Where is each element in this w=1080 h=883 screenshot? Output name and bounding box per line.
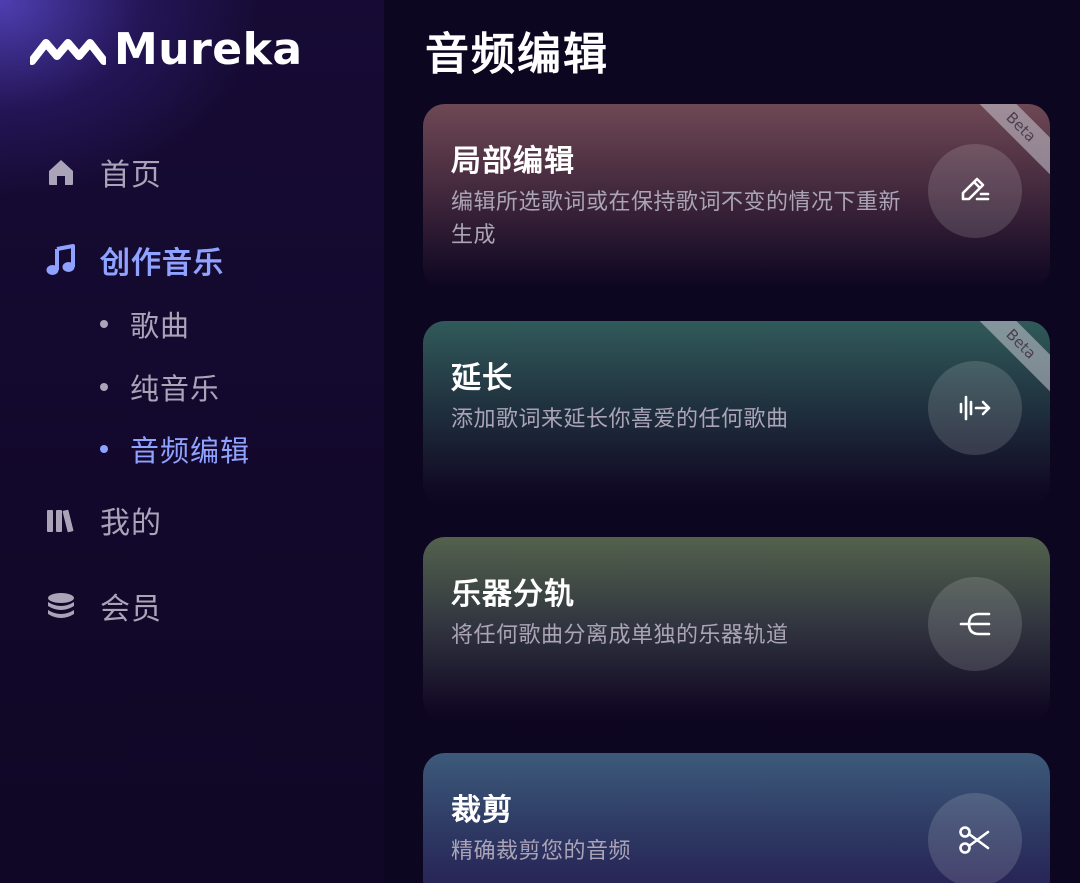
sidebar-item-mine[interactable]: 我的 <box>44 498 162 542</box>
sidebar-subitem-audio-edit[interactable]: 音频编辑 <box>100 429 250 469</box>
sidebar-subitem-instrumental[interactable]: 纯音乐 <box>100 367 220 407</box>
edit-icon <box>961 177 990 201</box>
card-partial-edit[interactable]: Beta 局部编辑 编辑所选歌词或在保持歌词不变的情况下重新生成 <box>423 104 1050 289</box>
coins-icon <box>44 589 78 623</box>
extend-icon <box>959 395 991 421</box>
bullet-dot <box>100 445 108 453</box>
card-title: 裁剪 <box>451 793 513 828</box>
bullet-dot <box>100 383 108 391</box>
logo[interactable]: Mureka <box>30 23 303 75</box>
card-description: 将任何歌曲分离成单独的乐器轨道 <box>451 623 789 648</box>
sidebar-subitem-label: 纯音乐 <box>130 372 221 406</box>
music-note-icon <box>44 243 78 277</box>
sidebar-item-home[interactable]: 首页 <box>44 150 162 194</box>
sidebar-item-label: 我的 <box>100 506 162 541</box>
card-description: 精确裁剪您的音频 <box>451 839 632 864</box>
card-trim[interactable]: 裁剪 精确裁剪您的音频 <box>423 753 1050 883</box>
card-title: 乐器分轨 <box>451 577 575 612</box>
sidebar-item-label: 会员 <box>100 592 162 627</box>
sidebar: Mureka 首页 创作音乐 歌曲 纯音乐 音频编辑 我的 会员 <box>0 0 384 883</box>
sidebar-subitem-songs[interactable]: 歌曲 <box>100 304 190 344</box>
sidebar-item-label: 首页 <box>100 158 162 193</box>
mureka-logo-icon <box>30 39 106 65</box>
card-action-button[interactable] <box>928 577 1022 671</box>
card-action-button[interactable] <box>928 793 1022 883</box>
library-icon <box>44 503 78 537</box>
scissors-icon <box>959 826 990 854</box>
card-description: 编辑所选歌词或在保持歌词不变的情况下重新生成 <box>451 190 902 248</box>
card-title: 延长 <box>451 361 513 396</box>
card-action-button[interactable] <box>928 361 1022 455</box>
logo-text: Mureka <box>114 23 303 75</box>
card-description: 添加歌词来延长你喜爱的任何歌曲 <box>451 407 789 432</box>
split-tracks-icon <box>959 612 991 636</box>
sidebar-item-label: 创作音乐 <box>100 246 224 281</box>
card-stem-split[interactable]: 乐器分轨 将任何歌曲分离成单独的乐器轨道 <box>423 537 1050 722</box>
sidebar-subitem-label: 音频编辑 <box>130 434 251 468</box>
sidebar-item-membership[interactable]: 会员 <box>44 584 162 628</box>
bullet-dot <box>100 320 108 328</box>
card-extend[interactable]: Beta 延长 添加歌词来延长你喜爱的任何歌曲 <box>423 321 1050 506</box>
sidebar-subitem-label: 歌曲 <box>130 309 191 343</box>
card-action-button[interactable] <box>928 144 1022 238</box>
home-icon <box>44 155 78 189</box>
sidebar-item-create-music[interactable]: 创作音乐 <box>44 238 224 282</box>
card-title: 局部编辑 <box>451 144 575 179</box>
page-title: 音频编辑 <box>425 29 609 80</box>
